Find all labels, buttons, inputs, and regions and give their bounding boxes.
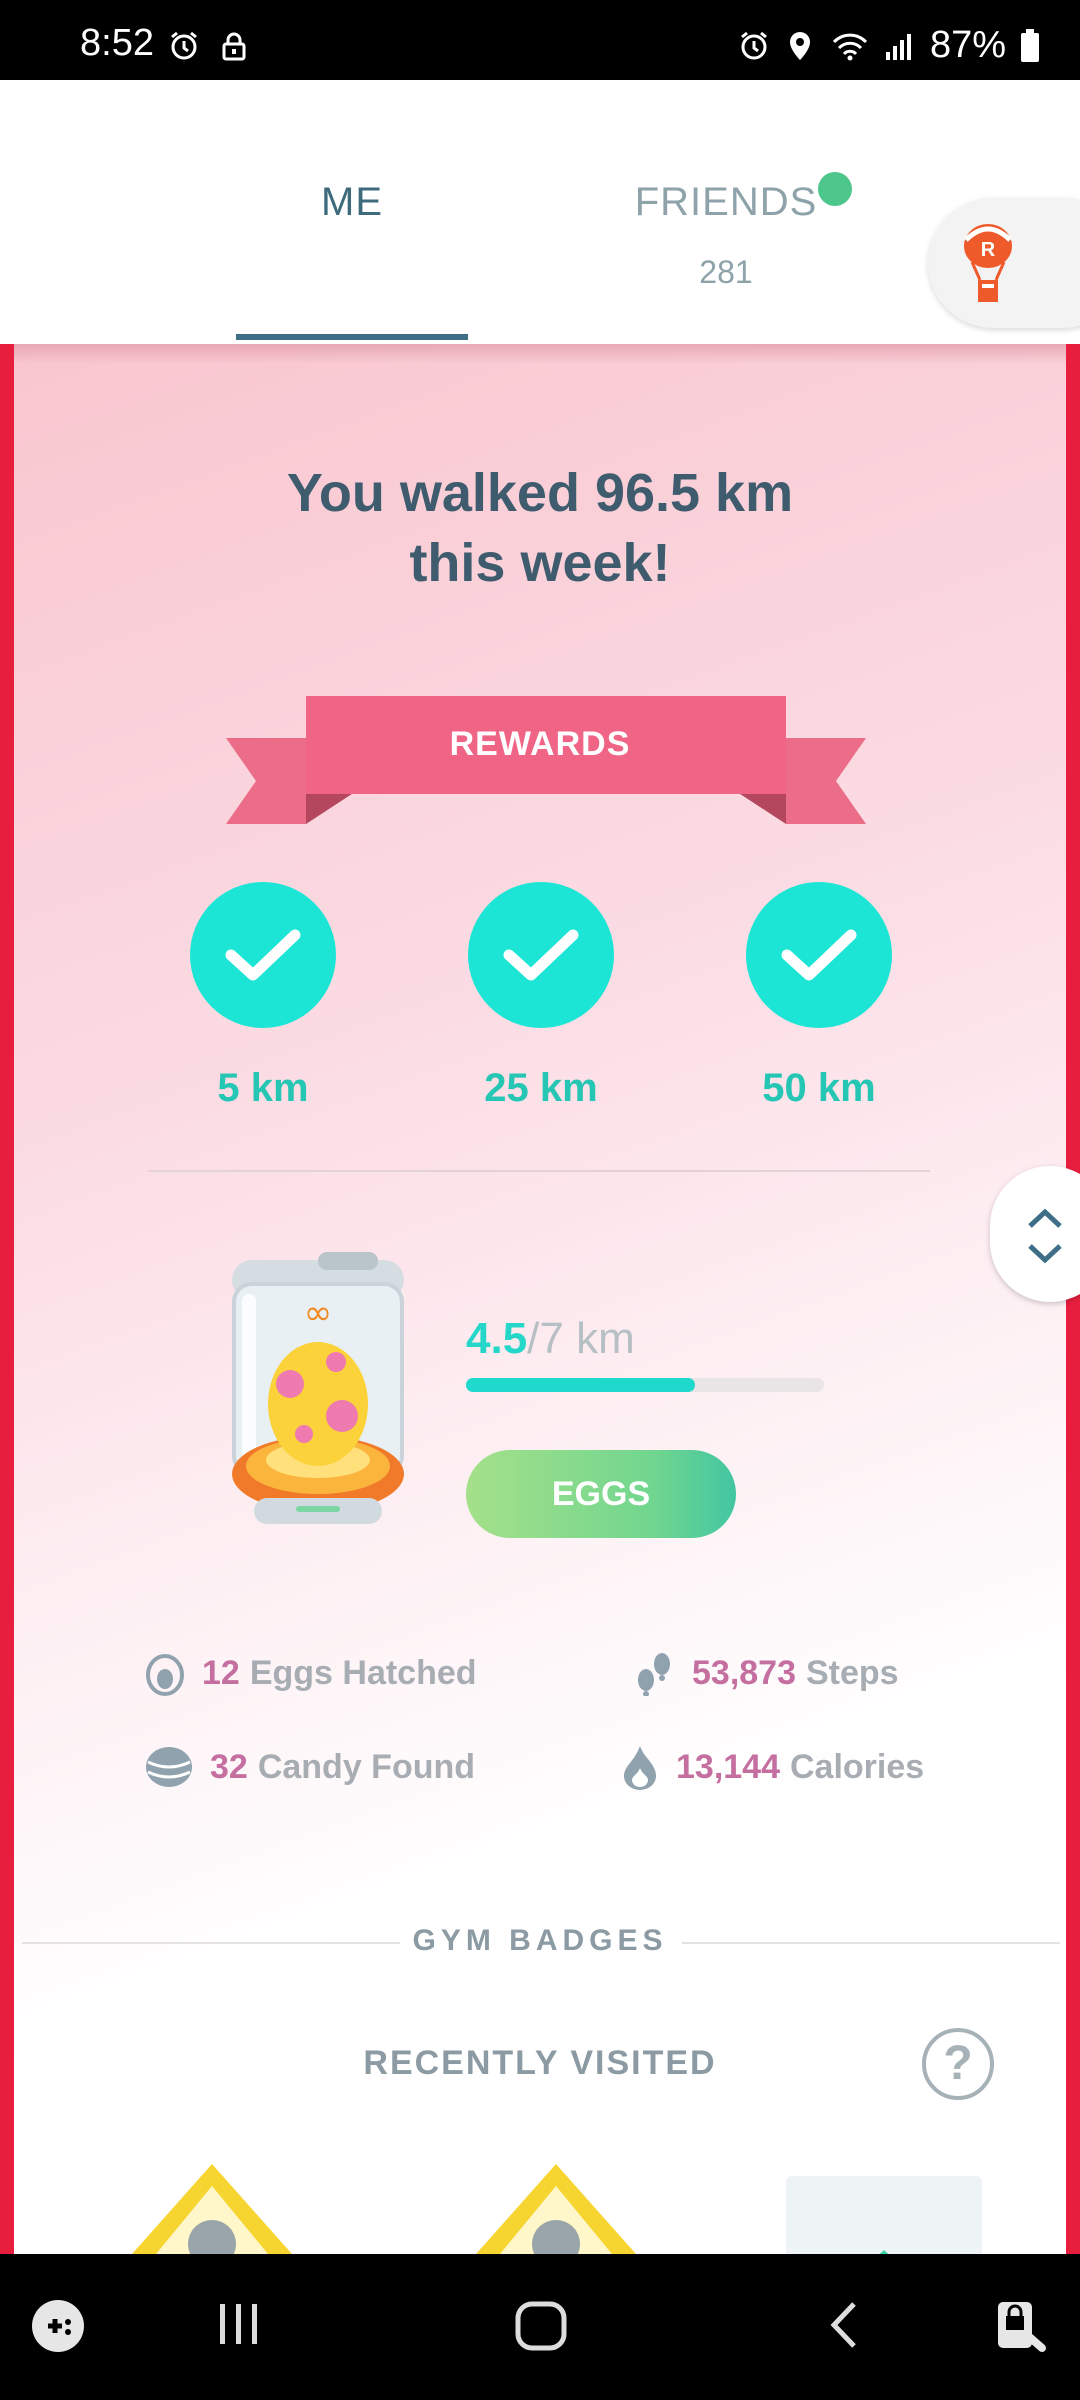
tab-friends[interactable]: FRIENDS — [600, 180, 852, 225]
gym-badge-card[interactable] — [786, 2176, 982, 2254]
stat-candy-found: 32 Candy Found — [144, 1744, 475, 1790]
battery-icon — [1021, 28, 1039, 62]
game-launcher-icon[interactable] — [30, 2298, 86, 2354]
chevron-up-icon — [879, 2249, 889, 2254]
checkmark-icon — [225, 929, 301, 981]
chevron-up-down-icon — [1028, 1208, 1062, 1264]
reward-5km: 5 km — [190, 882, 336, 1111]
friends-count: 281 — [699, 254, 753, 290]
screen-lock-icon[interactable] — [992, 2298, 1050, 2356]
gym-badge[interactable] — [476, 2164, 636, 2254]
reward-25km: 25 km — [468, 882, 614, 1111]
reward-complete-badge — [190, 882, 336, 1028]
checkmark-icon — [781, 929, 857, 981]
status-bar: 8:52 87% — [0, 0, 1080, 80]
status-time: 8:52 — [80, 22, 154, 64]
alarm-icon — [741, 31, 767, 59]
incubator-progress-fill — [466, 1378, 696, 1392]
weekly-card: You walked 96.5 km this week! REWARDS 5 … — [14, 344, 1066, 2254]
rewards-label: REWARDS — [449, 725, 631, 763]
reward-complete-badge — [468, 882, 614, 1028]
battery-percent: 87% — [929, 24, 1006, 66]
recently-visited-heading: RECENTLY VISITED — [363, 2044, 717, 2082]
candy-icon — [146, 1747, 192, 1787]
svg-text:R: R — [981, 239, 996, 261]
wifi-icon — [832, 33, 868, 60]
help-button[interactable]: ? — [922, 2028, 994, 2100]
profile-header: ME FRIENDS 281 R — [0, 80, 1080, 344]
reward-label: 5 km — [217, 1066, 309, 1110]
stat-calories: 13,144 Calories — [620, 1744, 924, 1790]
alarm-icon — [171, 31, 197, 60]
section-divider — [148, 1170, 930, 1172]
reward-complete-badge — [746, 882, 892, 1028]
team-rocket-balloon-button[interactable]: R — [928, 198, 1080, 328]
gym-badge[interactable] — [132, 2164, 292, 2254]
progress-current: 4.5 — [466, 1314, 528, 1363]
weekly-progress-panel: You walked 96.5 km this week! REWARDS 5 … — [0, 344, 1080, 2254]
checkmark-icon — [503, 929, 579, 981]
notification-dot — [818, 172, 852, 206]
weekly-distance-title: You walked 96.5 km this week! — [286, 463, 794, 593]
gym-badges-heading: GYM BADGES — [412, 1924, 668, 1957]
stat-steps: 53,873 Steps — [634, 1650, 899, 1696]
lock-icon — [222, 32, 246, 61]
eggs-button[interactable]: EGGS — [466, 1450, 736, 1538]
progress-total: /7 km — [527, 1314, 635, 1363]
recent-apps-icon[interactable] — [214, 2298, 264, 2348]
team-rocket-balloon-icon: R — [964, 224, 1012, 302]
egg-incubator-icon[interactable]: ∞ — [218, 1244, 418, 1534]
reward-label: 50 km — [762, 1066, 876, 1110]
flame-icon — [624, 1746, 656, 1790]
system-nav-bar — [0, 2254, 1080, 2400]
stat-eggs-hatched: 12 Eggs Hatched — [144, 1650, 477, 1696]
home-icon[interactable] — [514, 2298, 568, 2352]
back-icon[interactable] — [824, 2298, 864, 2352]
reward-50km: 50 km — [746, 882, 892, 1111]
incubator-progress-bar — [466, 1378, 824, 1392]
reward-label: 25 km — [484, 1066, 598, 1110]
tab-active-indicator — [236, 334, 468, 340]
location-icon — [789, 31, 810, 60]
tab-me[interactable]: ME — [236, 180, 468, 225]
incubator-progress-text: 4.5/7 km — [466, 1314, 635, 1364]
footsteps-icon — [638, 1653, 670, 1696]
svg-text:∞: ∞ — [304, 1293, 332, 1333]
signal-icon — [885, 33, 911, 60]
egg-icon — [146, 1654, 184, 1696]
